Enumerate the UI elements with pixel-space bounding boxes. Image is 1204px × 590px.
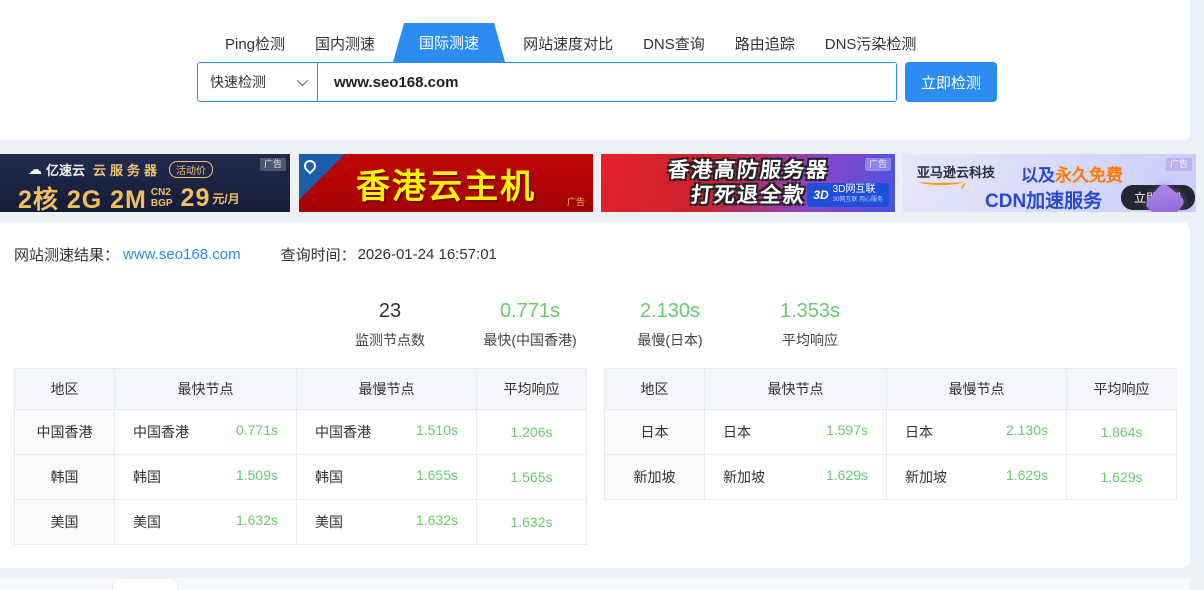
header-card: Ping检测 国内测速 国际测速 网站速度对比 DNS查询 路由追踪 DNS污染… (0, 0, 1190, 140)
region-cell: 日本 (605, 410, 705, 455)
summary-stats: 23监测节点数 0.771s最快(中国香港) 2.130s最慢(日本) 1.35… (320, 298, 880, 350)
table-row: 韩国 韩国1.509s 韩国1.655s 1.565s (15, 455, 587, 500)
tab-dns-pollution[interactable]: DNS污染检测 (810, 25, 932, 62)
region-cell: 美国 (15, 500, 115, 545)
yisuyun-price: 29 (181, 184, 211, 213)
yisuyun-product: 云服务器 (93, 160, 161, 179)
table-header-row: 地区 最快节点 最慢节点 平均响应 (605, 369, 1177, 410)
slowest-node-cell: 新加坡1.629s (887, 455, 1067, 500)
3d-logo-subtext: 30网互联 用心服务 (833, 195, 883, 205)
price-badge: 活动价 (169, 161, 213, 178)
slowest-node-cell: 中国香港1.510s (297, 410, 477, 455)
3d-logo-icon: 3D (813, 188, 828, 202)
table-row: 新加坡 新加坡1.629s 新加坡1.629s 1.629s (605, 455, 1177, 500)
search-box: 快速检测 (197, 62, 897, 102)
chevron-down-icon (297, 75, 308, 86)
slowest-node-cell: 美国1.632s (297, 500, 477, 545)
avg-cell: 1.632s (477, 500, 587, 545)
tab-ping[interactable]: Ping检测 (210, 25, 300, 62)
yisuyun-cn2: CN2 (151, 187, 173, 198)
cloud-icon: ☁ (28, 161, 42, 178)
stat-average: 1.353s平均响应 (740, 298, 880, 350)
region-cell: 中国香港 (15, 410, 115, 455)
tab-dns-query[interactable]: DNS查询 (628, 25, 720, 62)
col-header-region: 地区 (15, 369, 115, 410)
tested-url-link[interactable]: www.seo168.com (123, 246, 241, 263)
next-section-top (0, 578, 1190, 590)
avg-cell: 1.629s (1067, 455, 1177, 500)
table-row: 美国 美国1.632s 美国1.632s 1.632s (15, 500, 587, 545)
region-cell: 韩国 (15, 455, 115, 500)
col-header-region: 地区 (605, 369, 705, 410)
stat-slowest: 2.130s最慢(日本) (600, 298, 740, 350)
fastest-node-cell: 中国香港0.771s (115, 410, 297, 455)
yisuyun-brand: ☁亿速云 (28, 160, 85, 179)
region-cell: 新加坡 (605, 455, 705, 500)
mode-select-dropdown[interactable]: 快速检测 (198, 63, 318, 101)
hk-defense-line1: 香港高防服务器 (666, 158, 830, 183)
aws-line1-highlight: 永久免费 (1055, 166, 1123, 185)
slowest-node-cell: 日本2.130s (887, 410, 1067, 455)
result-card: 网站测速结果：www.seo168.com 查询时间：2026-01-24 16… (0, 222, 1190, 568)
result-line: 网站测速结果：www.seo168.com 查询时间：2026-01-24 16… (14, 244, 497, 265)
ad-banner-hk-cloud[interactable]: 香港云主机 广告 (299, 154, 593, 212)
ad-banner-aws-cdn[interactable]: 广告 亚马逊云科技 以及永久免费 CDN加速服务 立即注册 (903, 154, 1196, 212)
col-header-average: 平均响应 (1067, 369, 1177, 410)
fastest-node-cell: 韩国1.509s (115, 455, 297, 500)
col-header-average: 平均响应 (477, 369, 587, 410)
yisuyun-spec: 2核 2G 2M (18, 180, 147, 212)
query-time-label: 查询时间： (281, 244, 356, 265)
fastest-node-cell: 新加坡1.629s (705, 455, 887, 500)
ad-tag: 广告 (260, 158, 286, 171)
yisuyun-unit: 元/月 (212, 190, 239, 207)
avg-cell: 1.864s (1067, 410, 1177, 455)
col-header-fastest: 最快节点 (115, 369, 297, 410)
tab-bar: Ping检测 国内测速 国际测速 网站速度对比 DNS查询 路由追踪 DNS污染… (210, 24, 931, 62)
corner-logo (299, 154, 345, 200)
hosting-logo-icon (302, 158, 319, 175)
tab-international-speed[interactable]: 国际测速 (393, 23, 505, 62)
col-header-slowest: 最慢节点 (297, 369, 477, 410)
ad-tag: 广告 (865, 158, 891, 171)
aws-line1-prefix: 以及 (1021, 166, 1055, 185)
hk-cloud-title: 香港云主机 (356, 159, 536, 208)
aws-smile-icon (919, 178, 963, 185)
stat-node-count: 23监测节点数 (320, 298, 460, 350)
query-time-value: 2026-01-24 16:57:01 (358, 246, 497, 263)
mode-select-value: 快速检测 (210, 72, 266, 92)
ad-banner-hk-defense[interactable]: 广告 香港高防服务器 打死退全款 3D 3D网互联30网互联 用心服务 (601, 154, 895, 212)
tab-speed-compare[interactable]: 网站速度对比 (508, 25, 628, 62)
avg-cell: 1.565s (477, 455, 587, 500)
col-header-fastest: 最快节点 (705, 369, 887, 410)
results-table-left: 地区 最快节点 最慢节点 平均响应 中国香港 中国香港0.771s 中国香港1.… (14, 368, 587, 545)
table-row: 中国香港 中国香港0.771s 中国香港1.510s 1.206s (15, 410, 587, 455)
col-header-slowest: 最慢节点 (887, 369, 1067, 410)
table-row: 日本 日本1.597s 日本2.130s 1.864s (605, 410, 1177, 455)
3d-hulian-logo: 3D 3D网互联30网互联 用心服务 (807, 183, 889, 207)
ad-banner-yisuyun[interactable]: 广告 ☁亿速云 云服务器 活动价 2核 2G 2M CN2BGP 29 元/月 (0, 154, 290, 212)
search-row: 快速检测 立即检测 (197, 62, 997, 102)
tab-traceroute[interactable]: 路由追踪 (720, 25, 810, 62)
url-input[interactable] (318, 63, 896, 101)
3d-logo-text: 3D网互联 (833, 185, 883, 195)
stat-fastest: 0.771s最快(中国香港) (460, 298, 600, 350)
results-table-right: 地区 最快节点 最慢节点 平均响应 日本 日本1.597s 日本2.130s 1… (604, 368, 1177, 500)
result-label: 网站测速结果： (14, 244, 119, 265)
tab-domestic-speed[interactable]: 国内测速 (300, 25, 390, 62)
detect-now-button[interactable]: 立即检测 (905, 62, 997, 102)
hk-defense-line2: 打死退全款 (689, 183, 807, 208)
table-header-row: 地区 最快节点 最慢节点 平均响应 (15, 369, 587, 410)
aws-line2: CDN加速服务 (985, 186, 1102, 212)
next-section-tab[interactable] (112, 578, 178, 590)
yisuyun-bgp: BGP (151, 198, 173, 209)
fastest-node-cell: 日本1.597s (705, 410, 887, 455)
slowest-node-cell: 韩国1.655s (297, 455, 477, 500)
avg-cell: 1.206s (477, 410, 587, 455)
fastest-node-cell: 美国1.632s (115, 500, 297, 545)
ad-tag: 广告 (563, 196, 589, 209)
ad-tag: 广告 (1166, 158, 1192, 171)
